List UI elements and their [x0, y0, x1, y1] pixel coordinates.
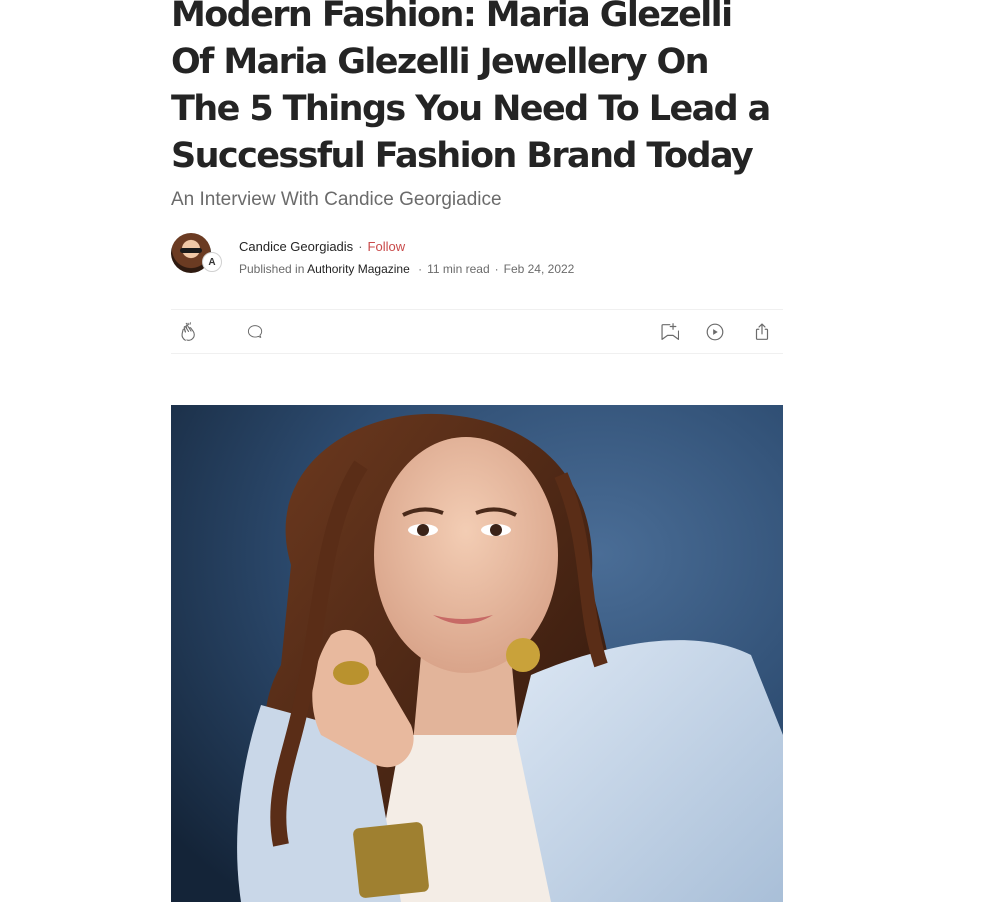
clap-icon[interactable]: [178, 321, 200, 343]
read-time: 11 min read: [427, 262, 490, 276]
play-icon[interactable]: [704, 321, 726, 343]
publication-badge[interactable]: A: [202, 252, 222, 272]
published-in-label: Published in: [239, 262, 305, 276]
hero-portrait-illustration: [171, 405, 783, 902]
comment-icon[interactable]: [244, 321, 266, 343]
byline: A Candice Georgiadis · Follow Published in…: [171, 233, 783, 277]
separator-dot: ·: [494, 262, 499, 276]
bookmark-add-icon[interactable]: [657, 321, 679, 343]
publication-badge-letter: A: [208, 256, 216, 268]
article-title: Modern Fashion: Maria Glezelli Of Maria …: [171, 0, 771, 176]
avatar-sunglasses: [180, 248, 202, 253]
article-action-bar: [171, 309, 783, 354]
meta-line: Published in Authority Magazine · 11 min …: [239, 261, 574, 277]
share-icon[interactable]: [751, 321, 773, 343]
publish-date: Feb 24, 2022: [503, 262, 575, 276]
hero-image: [171, 405, 783, 902]
author-line: Candice Georgiadis · Follow: [239, 238, 405, 256]
publication-link[interactable]: Authority Magazine: [307, 262, 410, 276]
separator-dot: ·: [418, 262, 423, 276]
author-name-link[interactable]: Candice Georgiadis: [239, 239, 353, 254]
article-subtitle: An Interview With Candice Georgiadice: [171, 189, 502, 210]
separator-dot: ·: [358, 239, 363, 254]
follow-button[interactable]: Follow: [368, 239, 406, 254]
